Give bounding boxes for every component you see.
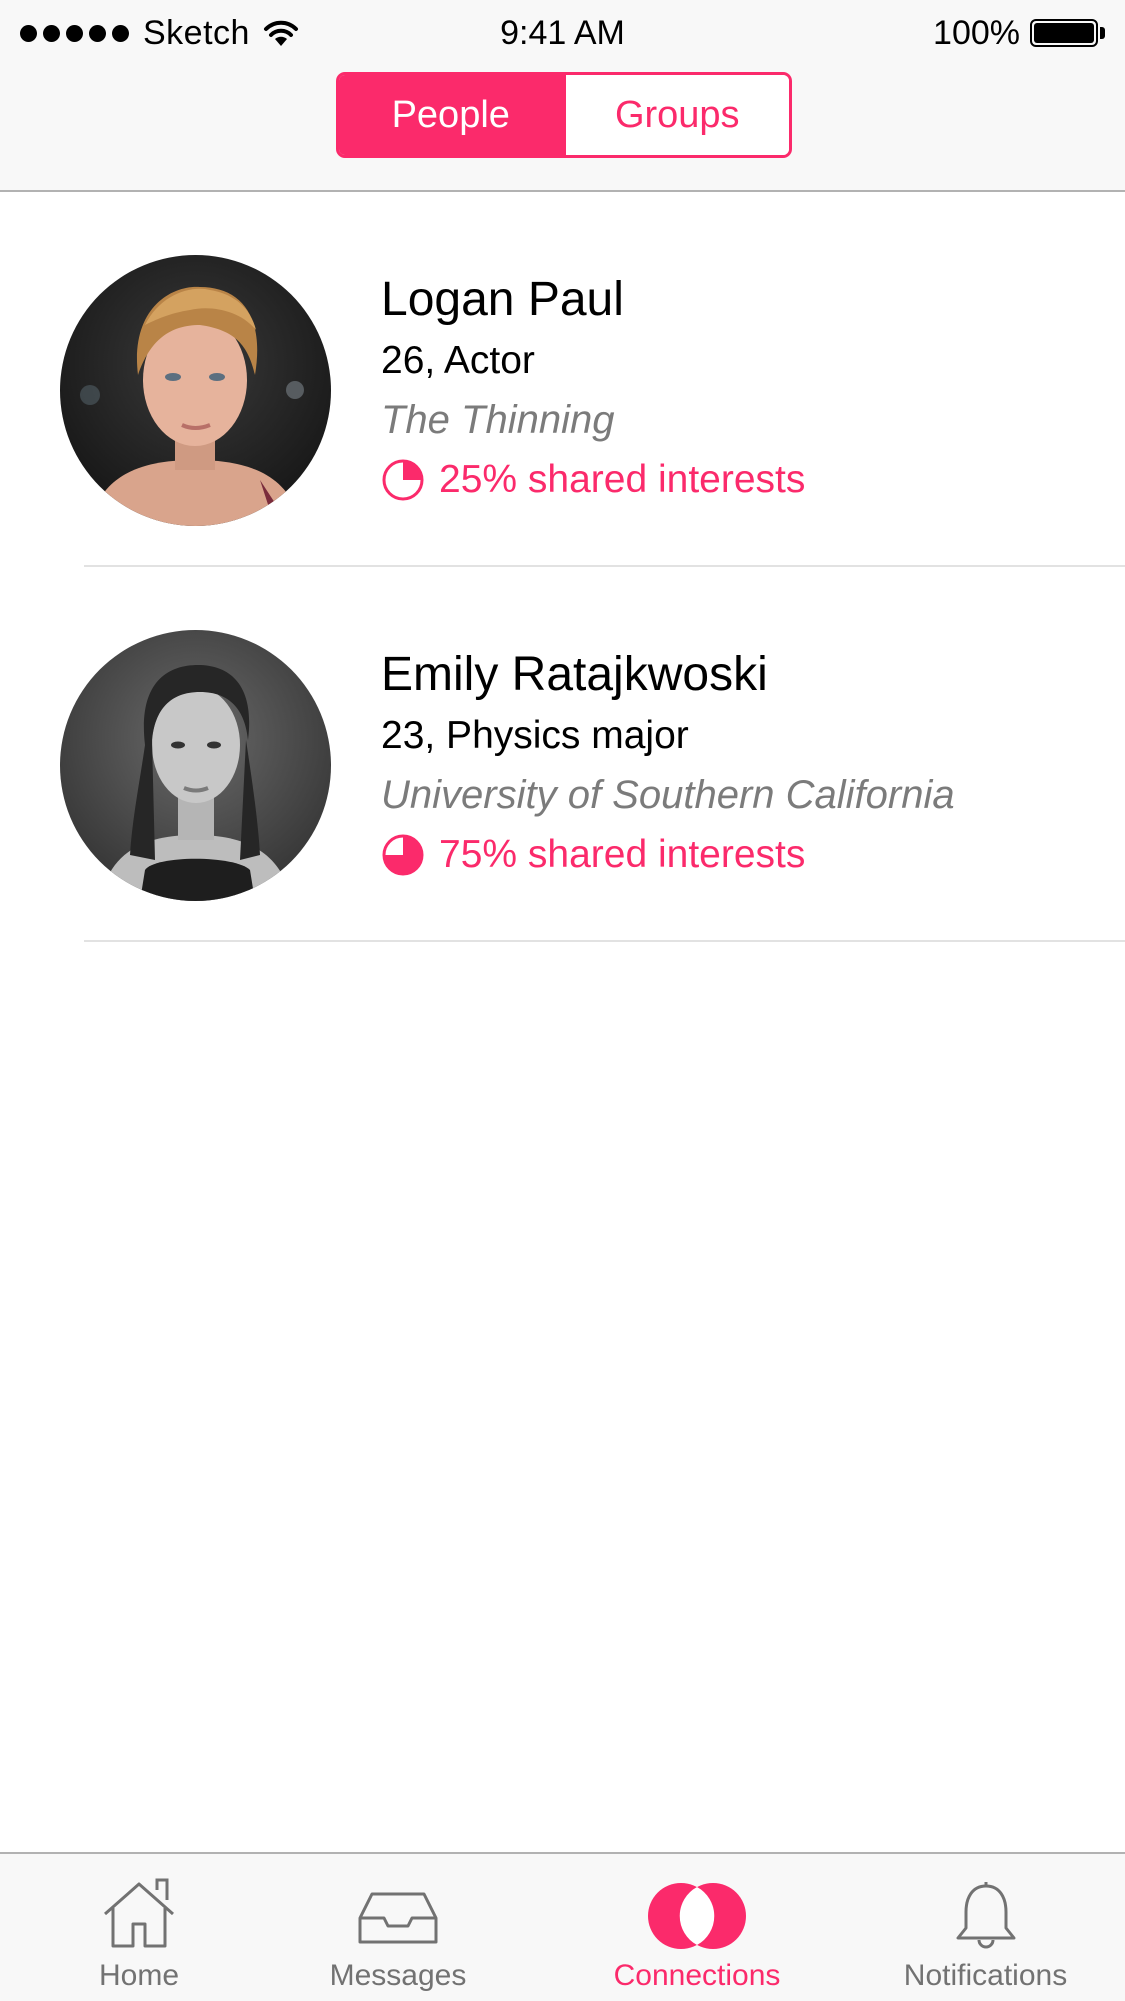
segment-groups[interactable]: Groups (562, 75, 789, 155)
connection-info: Logan Paul 26, Actor The Thinning 25% sh… (381, 272, 805, 506)
status-bar: Sketch 9:41 AM 100% (0, 0, 1125, 66)
tab-home[interactable]: Home (79, 1854, 199, 2001)
connections-icon (648, 1883, 746, 1949)
pie-chart-icon (382, 834, 424, 876)
status-right: 100% (933, 10, 1105, 56)
connection-row[interactable]: Emily Ratajkwoski 23, Physics major Univ… (0, 567, 1125, 942)
battery-icon (1030, 19, 1098, 47)
tab-label: Connections (613, 1959, 781, 1992)
row-separator (84, 940, 1125, 942)
battery-percentage: 100% (933, 14, 1020, 52)
bell-icon (956, 1882, 1015, 1949)
battery-cap (1100, 27, 1105, 39)
connection-name: Logan Paul (381, 273, 624, 326)
connection-name: Emily Ratajkwoski (381, 648, 768, 701)
tab-label: Home (98, 1959, 180, 1992)
tab-connections[interactable]: Connections (597, 1854, 797, 2001)
shared-interests: 75% shared interests (381, 829, 955, 881)
tab-notifications[interactable]: Notifications (893, 1854, 1078, 2001)
tab-bar: Home Messages Connections Notifications (0, 1852, 1125, 2001)
connection-info: Emily Ratajkwoski 23, Physics major Univ… (381, 647, 955, 881)
people-groups-segmented-control: People Groups (336, 72, 792, 158)
inbox-icon (358, 1892, 438, 1944)
connection-details: 23, Physics major (381, 714, 689, 757)
shared-interests: 25% shared interests (381, 454, 805, 506)
shared-interests-label: 25% shared interests (439, 458, 806, 501)
connection-row[interactable]: Logan Paul 26, Actor The Thinning 25% sh… (0, 192, 1125, 567)
connections-list: Logan Paul 26, Actor The Thinning 25% sh… (0, 192, 1125, 942)
shared-interests-label: 75% shared interests (439, 833, 806, 876)
connection-details: 26, Actor (381, 339, 535, 382)
avatar (60, 630, 331, 901)
tab-label: Notifications (903, 1959, 1068, 1992)
tab-label: Messages (329, 1959, 467, 1992)
avatar (60, 255, 331, 526)
segment-people[interactable]: People (339, 75, 563, 155)
connection-affiliation: The Thinning (381, 398, 615, 442)
pie-chart-icon (382, 459, 424, 501)
home-icon (104, 1878, 174, 1948)
navigation-bar: People Groups (0, 66, 1125, 192)
profile-photo-image (60, 630, 331, 901)
profile-photo-image (60, 255, 331, 526)
tab-messages[interactable]: Messages (318, 1854, 478, 2001)
connection-affiliation: University of Southern California (381, 773, 955, 817)
